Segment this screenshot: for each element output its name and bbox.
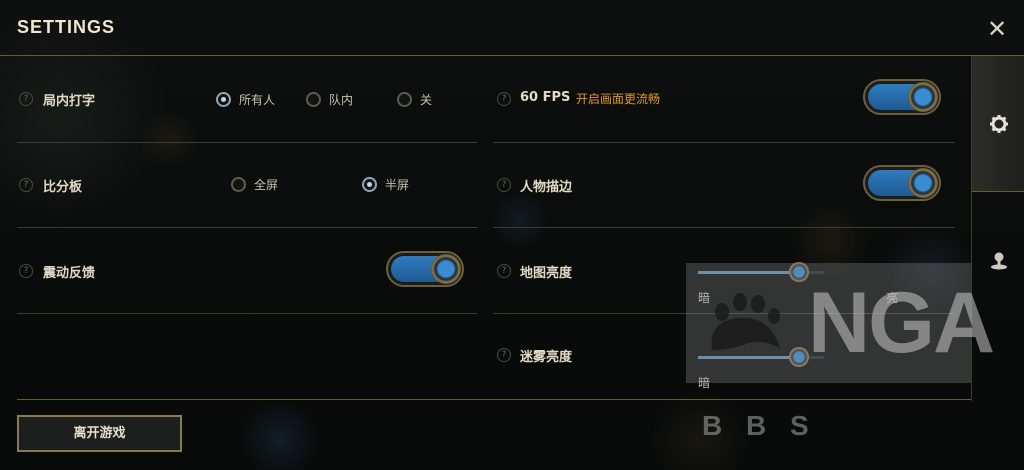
toggle-knob <box>431 254 461 284</box>
fps-setting-note: 开启画面更流畅 <box>576 92 661 106</box>
help-icon[interactable]: ? <box>497 178 511 192</box>
scoreboard-option-half[interactable]: 半屏 <box>362 176 409 193</box>
divider <box>493 227 955 228</box>
radio-dot <box>362 177 377 192</box>
help-icon[interactable]: ? <box>19 178 33 192</box>
outline-setting-label: 人物描边 <box>520 180 573 195</box>
map-brightness-label: 地图亮度 <box>520 266 573 281</box>
chat-option-all[interactable]: 所有人 <box>216 91 275 108</box>
scoreboard-setting-label: 比分板 <box>43 180 83 195</box>
radio-dot <box>231 177 246 192</box>
leave-game-button[interactable]: 离开游戏 <box>17 415 182 452</box>
divider <box>17 313 477 314</box>
scoreboard-option-half-label: 半屏 <box>385 178 410 192</box>
help-icon[interactable]: ? <box>497 92 511 106</box>
chat-option-team-label: 队内 <box>329 93 354 107</box>
fps-setting-label: 60 FPS <box>520 90 571 105</box>
scoreboard-option-full[interactable]: 全屏 <box>231 176 278 193</box>
toggle-knob <box>908 168 938 198</box>
outline-toggle[interactable] <box>863 165 941 201</box>
watermark-logo-text: NGA <box>808 275 995 371</box>
help-icon[interactable]: ? <box>19 264 33 278</box>
scoreboard-option-full-label: 全屏 <box>254 178 279 192</box>
fps-toggle[interactable] <box>863 79 941 115</box>
help-icon[interactable]: ? <box>19 92 33 106</box>
help-icon[interactable]: ? <box>497 264 511 278</box>
vibration-setting-label: 震动反馈 <box>43 266 96 281</box>
close-icon[interactable]: ✕ <box>984 16 1010 42</box>
toggle-knob <box>908 82 938 112</box>
bear-paw-icon <box>711 293 780 350</box>
divider <box>17 227 477 228</box>
watermark-bbs-text: B B S <box>702 410 817 441</box>
chat-option-off[interactable]: 关 <box>397 91 432 108</box>
divider <box>17 142 477 143</box>
tab-settings[interactable] <box>972 56 1024 192</box>
footer-divider <box>17 399 971 400</box>
chat-setting-label: 局内打字 <box>43 94 96 109</box>
chat-option-team[interactable]: 队内 <box>306 91 353 108</box>
radio-dot <box>397 92 412 107</box>
gear-icon <box>989 114 1008 133</box>
chat-option-all-label: 所有人 <box>239 93 276 107</box>
vibration-toggle[interactable] <box>386 251 464 287</box>
help-icon[interactable]: ? <box>497 348 511 362</box>
radio-dot <box>306 92 321 107</box>
divider <box>493 142 955 143</box>
radio-dot <box>216 92 231 107</box>
chat-option-off-label: 关 <box>420 93 433 107</box>
settings-header: SETTINGS ✕ <box>0 0 1024 56</box>
settings-title: SETTINGS <box>17 17 116 37</box>
fog-brightness-label: 迷雾亮度 <box>520 350 573 365</box>
